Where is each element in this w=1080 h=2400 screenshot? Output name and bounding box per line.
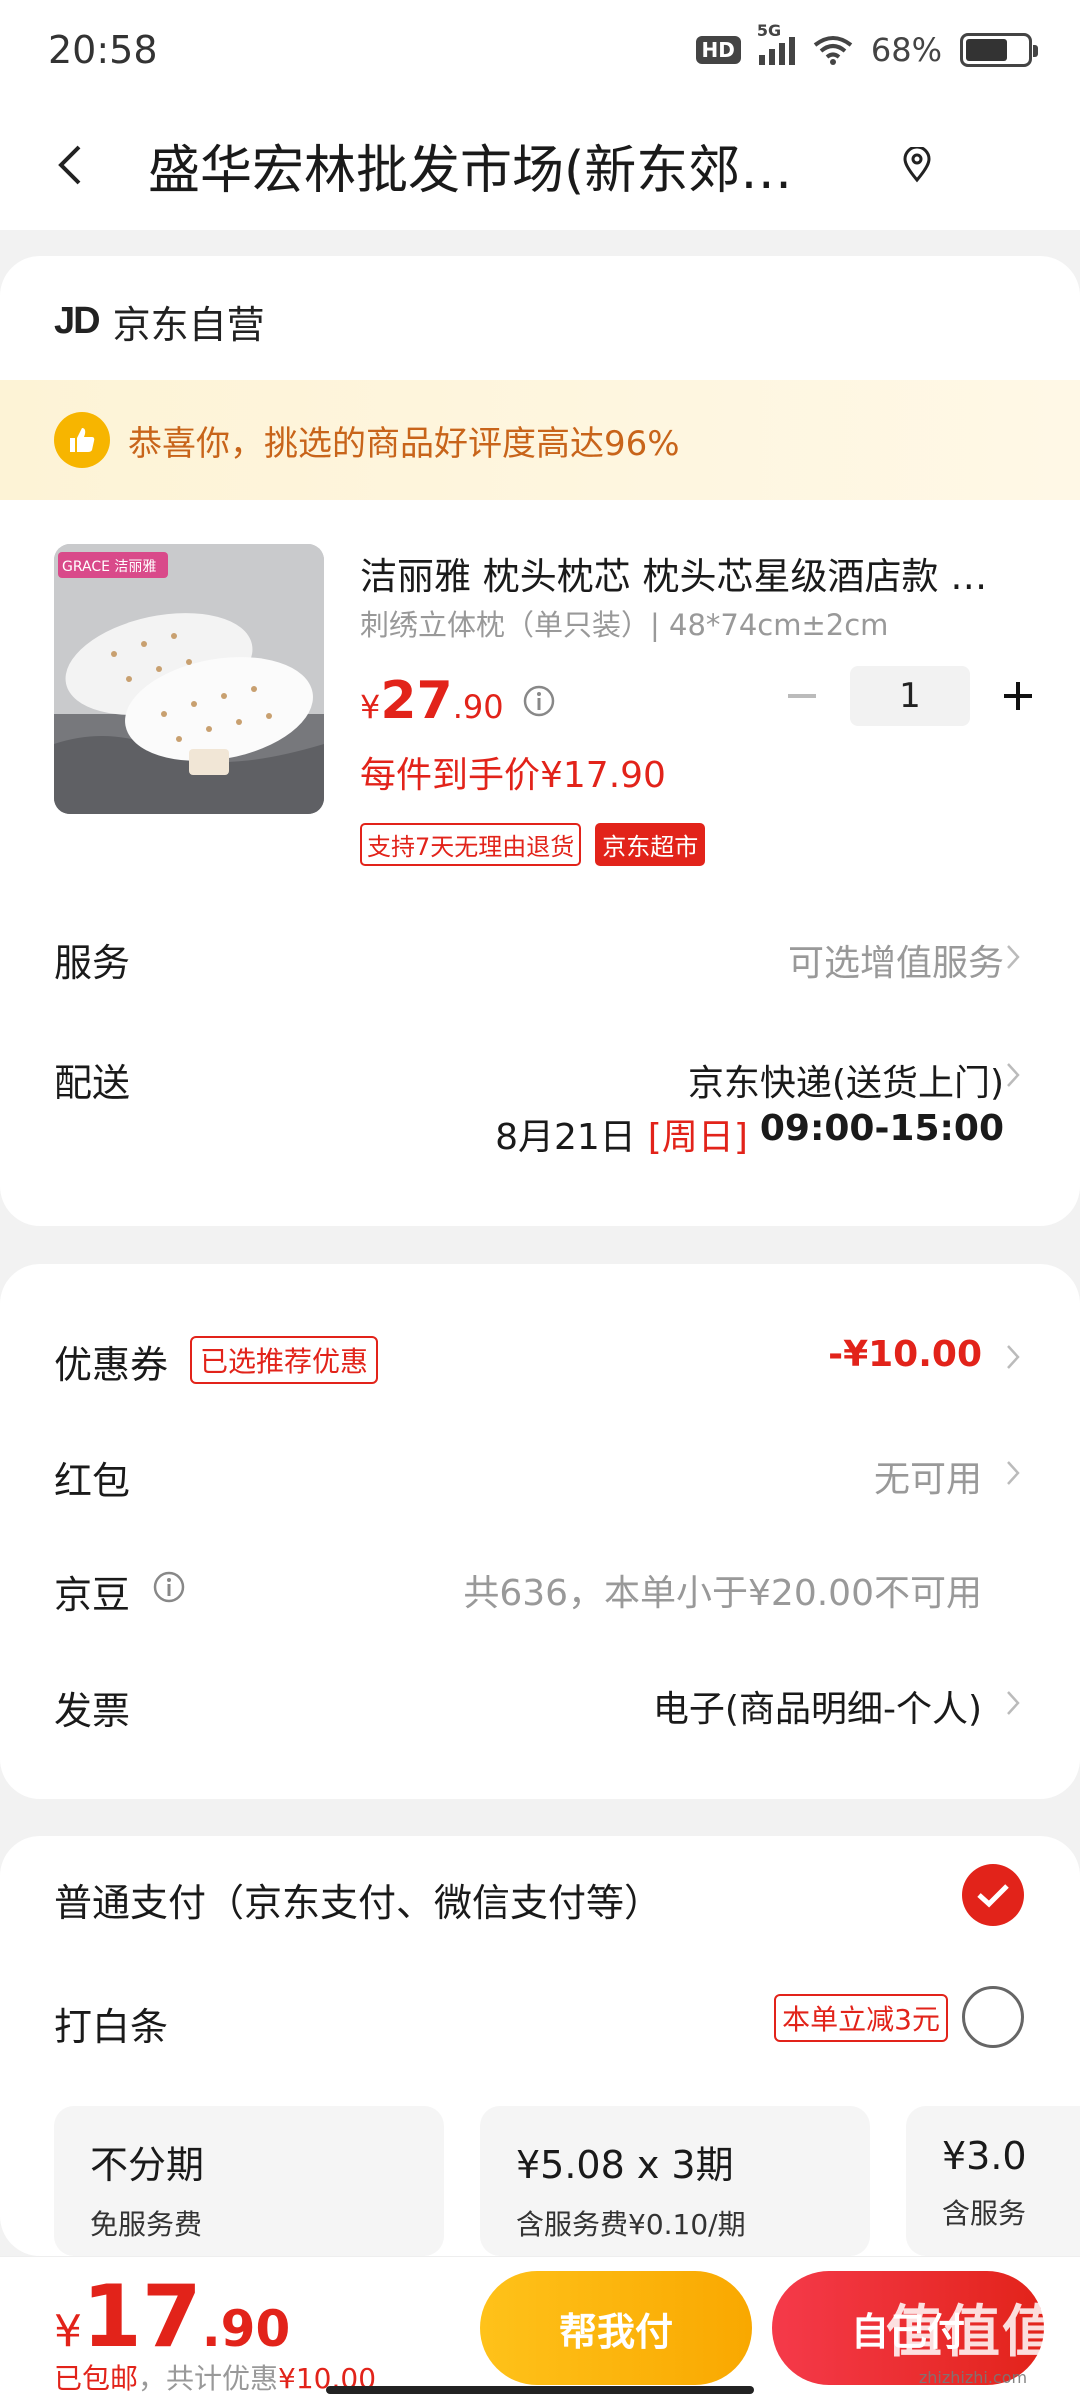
product-price: ¥ 27 .90 [360, 671, 556, 731]
price-info-icon[interactable] [522, 684, 556, 718]
location-icon[interactable] [892, 140, 942, 190]
chevron-right-icon [1007, 1063, 1020, 1087]
total-decimal: .90 [201, 2300, 291, 2358]
invoice-label: 发票 [54, 1689, 131, 1733]
header: 盛华宏林批发市场(新东郊… [0, 100, 1080, 230]
baitiao-label[interactable]: 打白条 [54, 1996, 168, 2051]
delivery-method: 京东快递(送货上门) [687, 1063, 1004, 1104]
battery-percent: 68% [870, 31, 942, 69]
status-icons: HD 5G 68% [695, 21, 1038, 69]
baitiao-promo-tag: 本单立减3元 [774, 1994, 948, 2042]
checkout-bar: ¥ 17 .90 已包邮，共计优惠¥10.00 帮我付 自己付 值值值 zhiz… [0, 2256, 1080, 2400]
discount-card: 优惠券 已选推荐优惠 -¥10.00 红包 无可用 京豆 共636，本单小于¥2… [0, 1264, 1080, 1799]
chevron-right-icon [1007, 945, 1020, 969]
rating-banner: 恭喜你，挑选的商品好评度高达96% [0, 380, 1080, 500]
order-card: JD 京东自营 恭喜你，挑选的商品好评度高达96% GRACE 洁丽雅 洁丽雅 … [0, 256, 1080, 1226]
product-tags: 支持7天无理由退货 京东超市 [360, 823, 706, 866]
plan-option[interactable]: ¥3.0 含服务 [906, 2106, 1080, 2256]
network-type: 5G [756, 21, 782, 40]
total-symbol: ¥ [54, 2306, 82, 2357]
store-name: 京东自营 [112, 303, 265, 347]
plan-title: ¥5.08 x 3期 [516, 2143, 734, 2187]
chevron-right-icon [1007, 1345, 1020, 1369]
checkmark-icon [977, 1884, 1009, 1908]
delivery-date: 8月21日 [495, 1117, 636, 1158]
delivery-label: 配送 [54, 1061, 131, 1105]
increase-button[interactable] [1000, 678, 1036, 714]
quantity-stepper: 1 [784, 666, 1036, 726]
price-integer: 27 [380, 671, 453, 731]
total-integer: 17 [82, 2267, 202, 2367]
watermark-logo: 值值值 [886, 2300, 1060, 2365]
delivery-time: 8月21日 [周日] 09:00-15:00 [495, 1108, 1004, 1160]
product-image[interactable]: GRACE 洁丽雅 [54, 544, 324, 814]
plan-subtitle: 含服务 [942, 2197, 1027, 2230]
hd-icon: HD [695, 36, 741, 64]
brand-label: GRACE 洁丽雅 [62, 559, 157, 575]
normal-pay-label[interactable]: 普通支付（京东支付、微信支付等） [54, 1872, 662, 1927]
banner-text: 恭喜你，挑选的商品好评度高达96% [128, 423, 680, 464]
redpacket-value: 无可用 [873, 1459, 982, 1500]
unit-final-price: 每件到手价¥17.90 [360, 755, 666, 796]
baitiao-radio[interactable] [962, 1986, 1024, 2048]
plan-subtitle: 含服务费¥0.10/期 [516, 2208, 746, 2241]
plan-option[interactable]: 不分期 免服务费 [54, 2106, 444, 2256]
battery-icon [960, 33, 1038, 67]
service-label: 服务 [54, 941, 131, 985]
delivery-weekday: [周日] [647, 1117, 748, 1158]
installment-plans: 不分期 免服务费 ¥5.08 x 3期 含服务费¥0.10/期 ¥3.0 含服务 [54, 2106, 1080, 2256]
thumbs-up-icon [54, 412, 110, 468]
price-decimal: .90 [452, 688, 504, 726]
wifi-icon [813, 36, 853, 65]
coupon-badge: 已选推荐优惠 [190, 1336, 379, 1384]
payment-card: 普通支付（京东支付、微信支付等） 打白条 本单立减3元 不分期 免服务费 ¥5.… [0, 1836, 1080, 2256]
discount-prefix: ，共计优惠 [138, 2362, 279, 2395]
jingdou-value: 共636，本单小于¥20.00不可用 [463, 1573, 982, 1614]
status-bar: 20:58 HD 5G 68% [0, 0, 1080, 100]
price-symbol: ¥ [360, 688, 381, 726]
product-title[interactable]: 洁丽雅 枕头枕芯 枕头芯星级酒店款 … [360, 546, 1020, 600]
service-value: 可选增值服务 [787, 943, 1004, 984]
watermark: 值值值 zhizhizhi.com [886, 2287, 1060, 2387]
chevron-right-icon [1007, 1461, 1020, 1485]
coupon-label: 优惠券 [54, 1343, 169, 1387]
signal-icon: 5G [757, 21, 795, 65]
jingdou-info-icon[interactable] [152, 1570, 186, 1604]
jd-logo: JD [54, 300, 101, 342]
status-time: 20:58 [48, 28, 158, 72]
plan-subtitle: 免服务费 [90, 2208, 203, 2241]
plan-title: 不分期 [90, 2143, 205, 2187]
quantity-input[interactable]: 1 [850, 666, 970, 726]
store-row: JD 京东自营 [54, 294, 265, 349]
coupon-value: -¥10.00 [828, 1334, 982, 1375]
watermark-url: zhizhizhi.com [918, 2368, 1028, 2387]
back-icon[interactable] [40, 135, 100, 195]
jd-supermarket-tag: 京东超市 [595, 823, 706, 866]
total-price: ¥ 17 .90 [54, 2267, 290, 2367]
delivery-window: 09:00-15:00 [759, 1108, 1004, 1149]
help-pay-button[interactable]: 帮我付 [480, 2271, 752, 2385]
plan-option[interactable]: ¥5.08 x 3期 含服务费¥0.10/期 [480, 2106, 870, 2256]
invoice-value: 电子(商品明细-个人) [652, 1689, 982, 1730]
plan-title: ¥3.0 [942, 2134, 1027, 2178]
shipping-status: 已包邮 [54, 2362, 139, 2395]
redpacket-label: 红包 [54, 1459, 131, 1503]
decrease-button[interactable] [784, 678, 820, 714]
home-indicator[interactable] [326, 2386, 754, 2394]
return-policy-tag: 支持7天无理由退货 [360, 823, 582, 866]
jingdou-label: 京豆 [54, 1573, 131, 1617]
chevron-right-icon [1007, 1691, 1020, 1715]
normal-pay-radio[interactable] [962, 1864, 1024, 1926]
address-title[interactable]: 盛华宏林批发市场(新东郊… [148, 128, 828, 203]
product-spec[interactable]: 刺绣立体枕（单只装）| 48*74cm±2cm [360, 602, 888, 644]
